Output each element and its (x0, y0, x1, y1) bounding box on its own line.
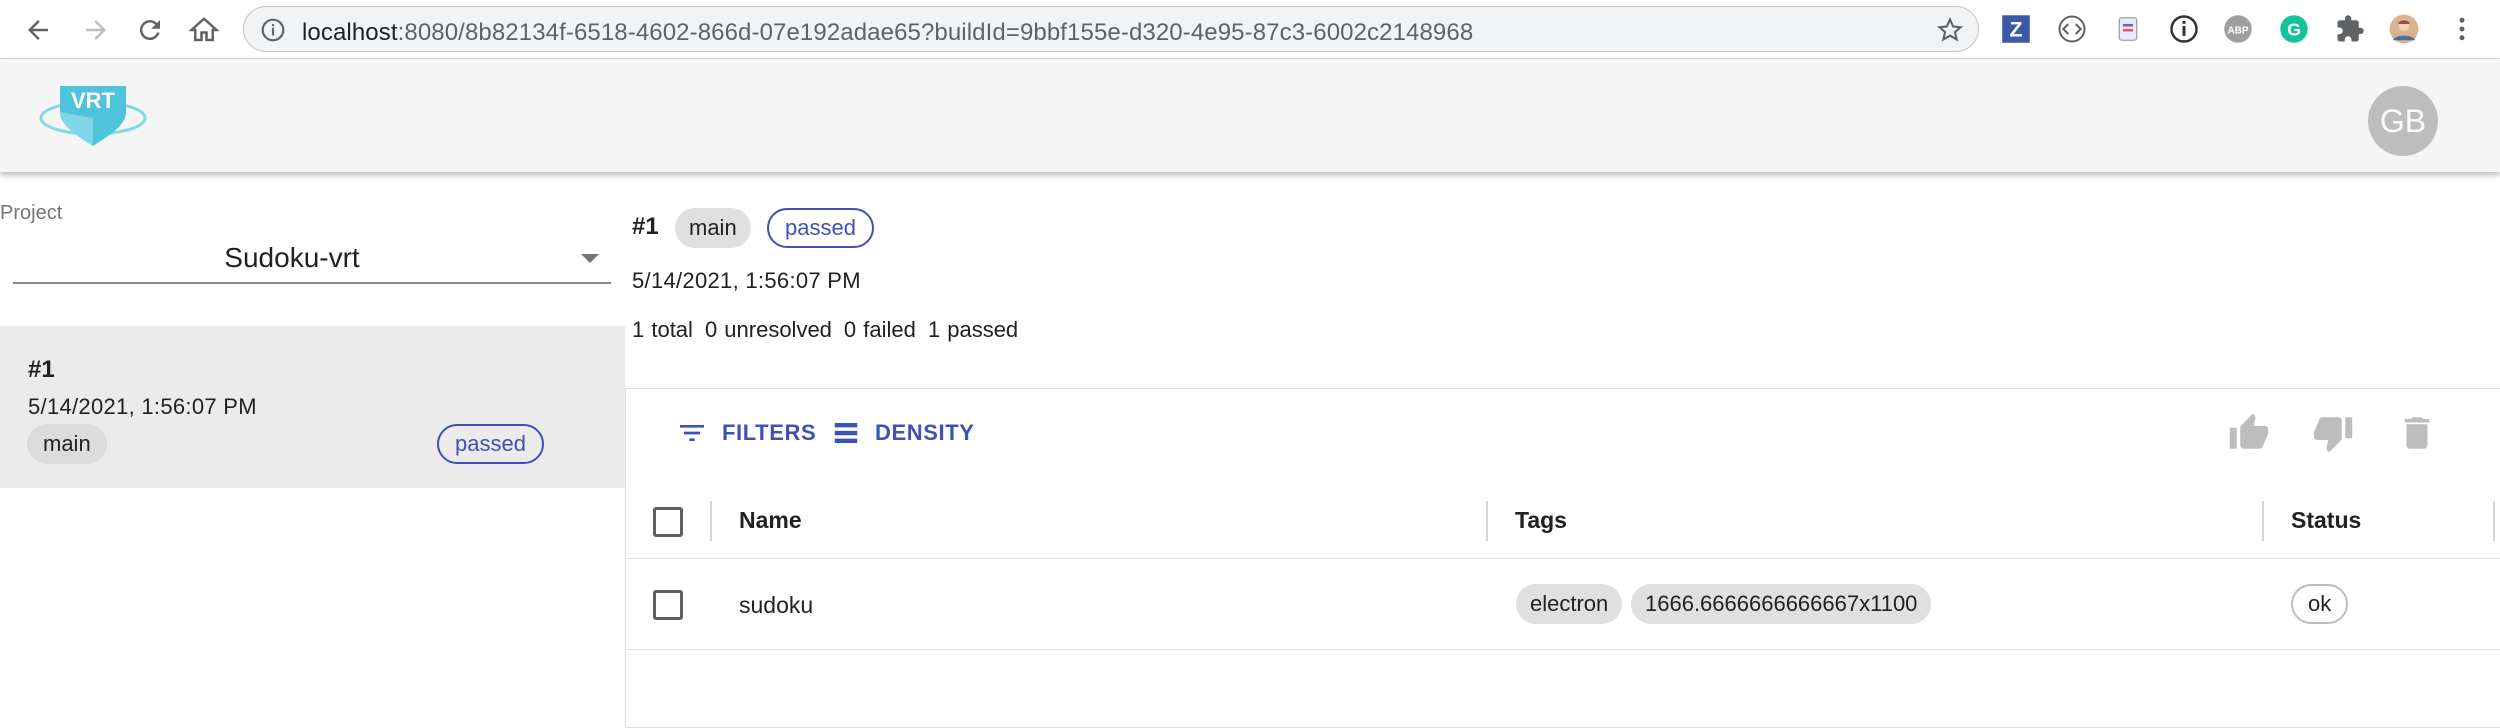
clipboard-extension[interactable] (2111, 12, 2145, 46)
build-date: 5/14/2021, 1:56:07 PM (28, 394, 257, 419)
code-icon (2058, 15, 2086, 43)
address-bar[interactable]: localhost:8080/8b82134f-6518-4602-866d-0… (243, 6, 1979, 52)
column-separator[interactable] (2262, 501, 2264, 541)
adblock-icon: ABP (2224, 15, 2252, 43)
grammarly-icon: G (2280, 15, 2308, 43)
status-chip: passed (437, 424, 544, 464)
user-avatar[interactable]: GB (2368, 86, 2438, 156)
svg-text:VRT: VRT (71, 88, 116, 113)
project-label: Project (0, 202, 63, 224)
project-select[interactable]: Sudoku-vrt (13, 232, 611, 284)
test-runs-grid: FILTERS DENSITY Name Tags Status sudoku … (625, 388, 2500, 728)
tag-chip: electron (1516, 584, 1623, 624)
app-header: VRT GB (0, 60, 2500, 172)
thumb-up-icon (2229, 413, 2269, 449)
adblock-extension[interactable]: ABP (2221, 12, 2255, 46)
build-number: #1 (28, 356, 55, 383)
zotero-extension[interactable]: Z (1999, 12, 2033, 46)
stat-unresolved: 0 unresolved (704, 317, 832, 342)
reload-icon (139, 20, 160, 41)
browser-menu-button[interactable] (2445, 12, 2479, 46)
column-separator[interactable] (710, 501, 712, 541)
build-info-stats: 1 total 0 unresolved 0 failed 1 passed (632, 317, 1030, 343)
row-status-chip: ok (2291, 584, 2349, 624)
info-icon (2170, 15, 2198, 43)
column-separator[interactable] (1486, 501, 1488, 541)
url-host: localhost (302, 19, 398, 46)
filter-list-icon (680, 425, 704, 441)
browser-toolbar: localhost:8080/8b82134f-6518-4602-866d-0… (0, 0, 2500, 59)
menu-icon (2459, 17, 2465, 41)
trash-icon (2404, 417, 2430, 449)
approve-button[interactable] (2227, 411, 2271, 455)
profile-icon (2389, 14, 2419, 44)
select-all-checkbox[interactable] (653, 507, 683, 537)
filters-button[interactable]: FILTERS (676, 413, 816, 453)
table-row[interactable]: sudoku electron 1666.6666666666667x1100 … (626, 560, 2500, 650)
arrow-left-icon (28, 20, 48, 40)
build-list-item[interactable]: #1 5/14/2021, 1:56:07 PM main passed (0, 326, 625, 488)
cell-name: sudoku (739, 592, 814, 618)
url-text: localhost:8080/8b82134f-6518-4602-866d-0… (302, 19, 1473, 47)
column-separator[interactable] (2493, 501, 2495, 541)
delete-button[interactable] (2395, 411, 2439, 455)
reload-button[interactable] (132, 12, 168, 48)
column-header-tags[interactable]: Tags (1515, 507, 1567, 534)
build-info-date: 5/14/2021, 1:56:07 PM (632, 268, 861, 293)
column-header-status[interactable]: Status (2291, 507, 2361, 534)
reject-button[interactable] (2311, 411, 2355, 455)
code-extension[interactable] (2055, 12, 2089, 46)
arrow-right-icon (86, 20, 106, 40)
grammarly-extension[interactable]: G (2277, 12, 2311, 46)
branch-chip: main (27, 424, 107, 464)
stat-passed: 1 passed (927, 317, 1019, 342)
clipboard-icon (2118, 17, 2138, 41)
grid-header-row: Name Tags Status (626, 483, 2500, 559)
svg-text:Z: Z (2010, 18, 2023, 42)
density-icon (834, 423, 858, 443)
back-button[interactable] (20, 12, 56, 48)
zotero-icon: Z (2002, 15, 2030, 43)
build-info-status-chip: passed (767, 208, 874, 248)
puzzle-icon (2337, 15, 2364, 42)
column-header-name[interactable]: Name (739, 507, 802, 534)
vrt-logo[interactable]: VRT (38, 78, 148, 150)
stat-total: 1 total (632, 317, 693, 342)
forward-button[interactable] (78, 12, 114, 48)
profile-button[interactable] (2387, 12, 2421, 46)
density-label: DENSITY (875, 420, 975, 445)
extensions-button[interactable] (2333, 12, 2367, 46)
stat-failed: 0 failed (843, 317, 916, 342)
url-path: :8080/8b82134f-6518-4602-866d-07e192adae… (397, 19, 1474, 46)
info-extension[interactable] (2167, 12, 2201, 46)
home-icon (189, 17, 219, 42)
bookmark-star-icon[interactable] (1936, 16, 1964, 44)
filters-label: FILTERS (722, 420, 817, 445)
svg-text:ABP: ABP (2227, 25, 2248, 36)
svg-text:G: G (2287, 19, 2301, 39)
build-info-branch-chip: main (675, 208, 751, 248)
tag-chip: 1666.6666666666667x1100 (1631, 584, 1932, 624)
home-button[interactable] (186, 12, 222, 48)
info-circle-icon[interactable] (260, 17, 286, 43)
caret-down-icon (581, 254, 599, 263)
density-button[interactable]: DENSITY (831, 413, 975, 453)
build-info-number: #1 (632, 213, 659, 240)
thumb-down-icon (2313, 417, 2353, 453)
row-checkbox[interactable] (653, 590, 683, 620)
project-select-value: Sudoku-vrt (224, 242, 360, 273)
